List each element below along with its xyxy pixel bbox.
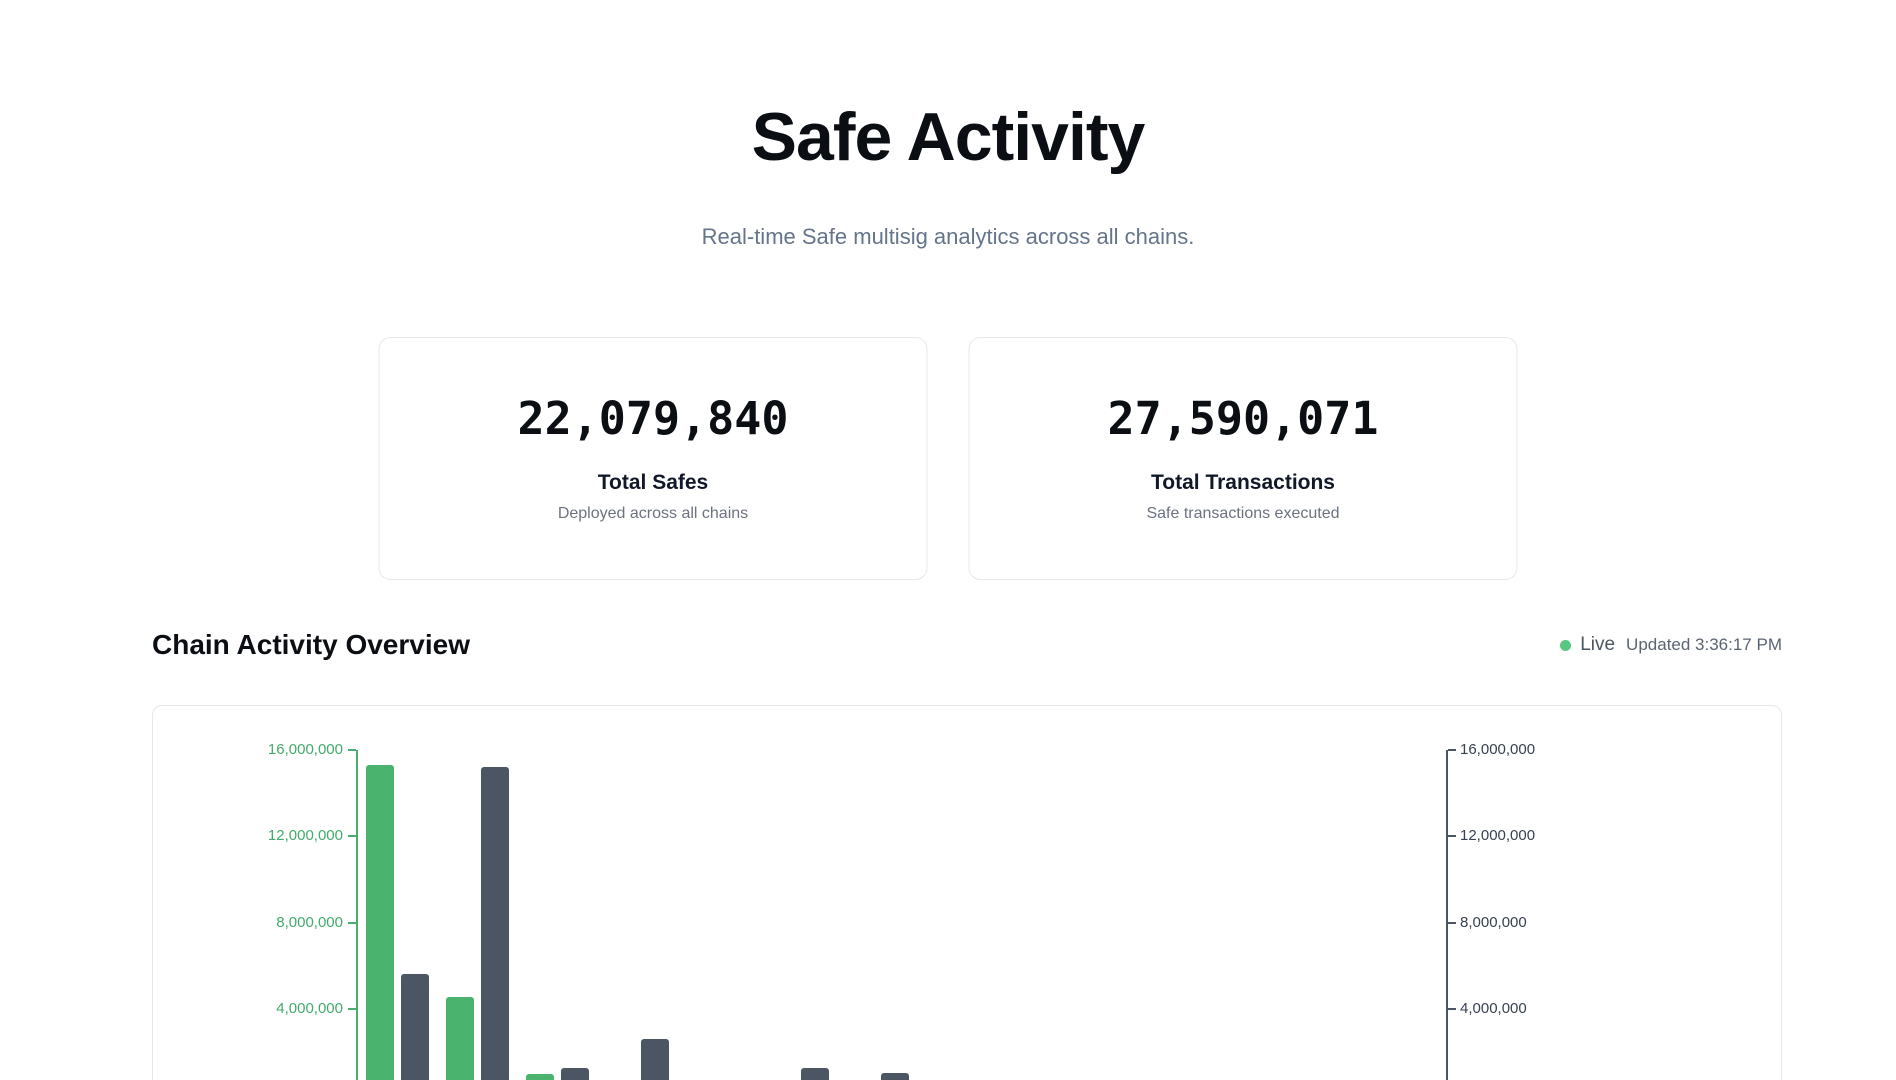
page-title: Safe Activity bbox=[0, 98, 1896, 176]
right-axis-tick bbox=[1448, 1008, 1456, 1010]
right-axis-tick bbox=[1448, 749, 1456, 751]
bar-safes[interactable] bbox=[446, 997, 474, 1080]
total-transactions-card: 27,590,071 Total Transactions Safe trans… bbox=[969, 337, 1518, 580]
total-transactions-label: Total Transactions bbox=[1151, 471, 1335, 495]
total-safes-value: 22,079,840 bbox=[518, 393, 789, 445]
left-axis-tick-label: 16,000,000 bbox=[203, 741, 343, 759]
left-axis-tick-label: 12,000,000 bbox=[203, 827, 343, 845]
bar-transactions[interactable] bbox=[801, 1068, 829, 1080]
left-axis-tick bbox=[348, 1008, 356, 1010]
live-dot-icon bbox=[1560, 640, 1571, 651]
section-heading: Chain Activity Overview bbox=[152, 629, 470, 661]
total-transactions-description: Safe transactions executed bbox=[1146, 504, 1339, 524]
right-axis-tick-label: 4,000,000 bbox=[1460, 1000, 1527, 1018]
live-label: Live bbox=[1580, 634, 1615, 656]
page-subtitle: Real-time Safe multisig analytics across… bbox=[0, 224, 1896, 250]
total-safes-label: Total Safes bbox=[598, 471, 708, 495]
right-axis-tick-label: 8,000,000 bbox=[1460, 914, 1527, 932]
left-axis-tick bbox=[348, 749, 356, 751]
live-status: Live Updated 3:36:17 PM bbox=[1560, 634, 1782, 656]
bar-transactions[interactable] bbox=[481, 767, 509, 1080]
bar-transactions[interactable] bbox=[561, 1068, 589, 1080]
total-transactions-value: 27,590,071 bbox=[1108, 393, 1379, 445]
chart-section-header: Chain Activity Overview Live Updated 3:3… bbox=[152, 622, 1782, 668]
right-y-axis-line bbox=[1446, 750, 1448, 1080]
bar-transactions[interactable] bbox=[881, 1073, 909, 1080]
bar-transactions[interactable] bbox=[641, 1039, 669, 1080]
bar-transactions[interactable] bbox=[401, 974, 429, 1080]
right-axis-tick-label: 16,000,000 bbox=[1460, 741, 1535, 759]
total-safes-card: 22,079,840 Total Safes Deployed across a… bbox=[379, 337, 928, 580]
bar-safes[interactable] bbox=[366, 765, 394, 1080]
safe-activity-page: Safe Activity Real-time Safe multisig an… bbox=[0, 0, 1896, 1080]
total-safes-description: Deployed across all chains bbox=[558, 504, 748, 524]
left-y-axis-line bbox=[356, 750, 358, 1080]
left-axis-tick-label: 8,000,000 bbox=[203, 914, 343, 932]
bar-safes[interactable] bbox=[526, 1074, 554, 1080]
chain-activity-chart: 16,000,000 16,000,000 12,000,000 12,000,000… bbox=[153, 706, 1781, 1080]
chart-card: 16,000,000 16,000,000 12,000,000 12,000,000… bbox=[152, 705, 1782, 1080]
left-axis-tick-label: 4,000,000 bbox=[203, 1000, 343, 1018]
left-axis-tick bbox=[348, 835, 356, 837]
updated-timestamp: Updated 3:36:17 PM bbox=[1626, 635, 1782, 655]
stats-row: 22,079,840 Total Safes Deployed across a… bbox=[379, 337, 1518, 580]
right-axis-tick bbox=[1448, 922, 1456, 924]
left-axis-tick bbox=[348, 922, 356, 924]
right-axis-tick-label: 12,000,000 bbox=[1460, 827, 1535, 845]
right-axis-tick bbox=[1448, 835, 1456, 837]
